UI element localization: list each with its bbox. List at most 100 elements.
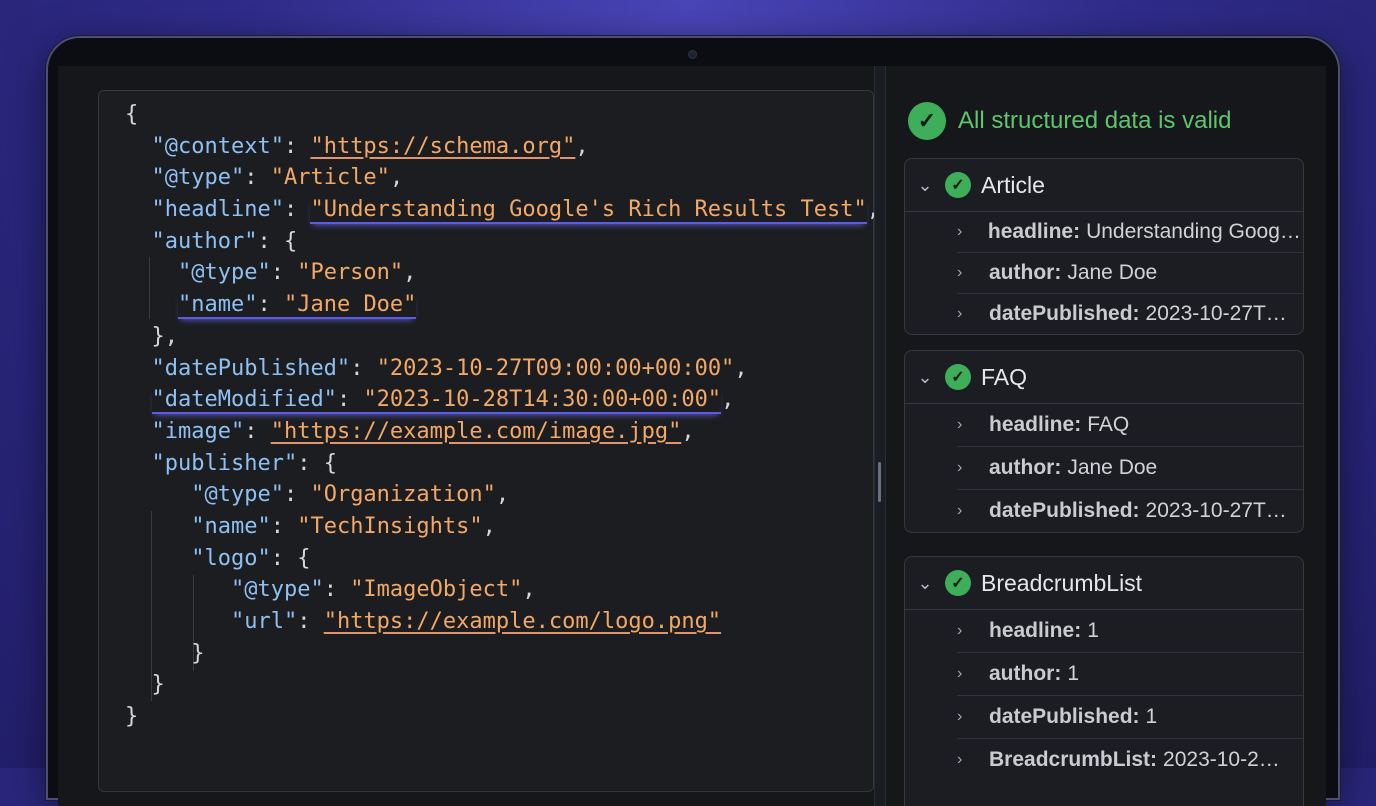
chevron-right-icon[interactable]: › — [957, 459, 989, 477]
code-token: , — [389, 165, 404, 191]
chevron-right-icon[interactable]: › — [957, 665, 989, 683]
code-line: "headline": "Understanding Google's Rich… — [125, 194, 880, 226]
property-value: 2023-10-27T… — [1145, 499, 1287, 522]
property-row[interactable]: › headline: Understanding Google's — [957, 212, 1303, 253]
code-line: { — [125, 99, 880, 131]
chevron-down-icon[interactable]: ⌄ — [915, 367, 935, 388]
code-token: , — [522, 577, 536, 603]
property-key: datePublished: — [989, 499, 1140, 522]
code-line: }, — [125, 321, 880, 353]
code-token: "TechInsights" — [297, 513, 483, 539]
property-value: 1 — [1087, 619, 1099, 642]
chevron-right-icon[interactable]: › — [957, 305, 989, 323]
code-token: "logo" — [191, 545, 271, 571]
code-line: "dateModified": "2023-10-28T14:30:00+00:… — [125, 384, 880, 416]
chevron-right-icon[interactable]: › — [957, 751, 989, 769]
property-row[interactable]: › datePublished: 2023-10-27T… — [957, 490, 1303, 532]
code-line: "name": "TechInsights", — [125, 511, 880, 543]
property-row[interactable]: › BreadcrumbList: 2023-10-2… — [957, 739, 1303, 781]
code-token: "name": "Jane Doe" — [177, 292, 417, 320]
code-token: , — [734, 355, 748, 381]
chevron-right-icon[interactable]: › — [957, 622, 989, 640]
code-token: "url" — [230, 609, 298, 634]
code-line: "logo": { — [125, 543, 880, 575]
property-key: datePublished: — [989, 705, 1140, 728]
property-value: Jane Doe — [1067, 456, 1158, 479]
code-token: : { — [297, 450, 337, 476]
card-title: Article — [981, 171, 1045, 198]
code-token: : — [270, 260, 298, 286]
property-row[interactable]: › author: Jane Doe — [957, 447, 1303, 490]
code-token: } — [125, 672, 165, 698]
screen: { "@context": "https://schema.org", "@ty… — [58, 66, 1326, 806]
card-header[interactable]: ⌄ ✓ Article — [905, 159, 1303, 212]
chevron-right-icon[interactable]: › — [957, 223, 988, 241]
property-value: 2023-10-27T… — [1145, 302, 1287, 325]
code-token: : — [283, 197, 311, 223]
resize-grip[interactable] — [878, 462, 881, 502]
property-value: 2023-10-2… — [1163, 748, 1280, 771]
code-token: : — [350, 355, 377, 381]
code-token: "@type" — [151, 165, 245, 191]
check-circle-icon: ✓ — [945, 172, 971, 198]
chevron-right-icon[interactable]: › — [957, 502, 989, 520]
property-row[interactable]: › author: Jane Doe — [957, 253, 1303, 294]
property-row[interactable]: › datePublished: 1 — [957, 696, 1303, 739]
code-token: : — [283, 482, 311, 508]
card-header[interactable]: ⌄ ✓ BreadcrumbList — [905, 557, 1303, 610]
property-row[interactable]: › author: 1 — [957, 653, 1303, 696]
code-token: "https://example.com/image.jpg" — [270, 418, 682, 444]
code-line: "@type": "Person", — [125, 257, 880, 289]
code-token: , — [495, 482, 510, 508]
chevron-right-icon[interactable]: › — [957, 416, 989, 434]
check-circle-icon: ✓ — [945, 570, 971, 596]
card-title: FAQ — [981, 363, 1028, 390]
property-key: author: — [989, 662, 1062, 685]
code-token: { — [125, 102, 139, 127]
property-row[interactable]: › datePublished: 2023-10-27T… — [957, 294, 1303, 334]
code-token: "Understanding Google's Rich Results Tes… — [310, 197, 867, 225]
code-token: , — [721, 387, 735, 413]
chevron-down-icon[interactable]: ⌄ — [915, 175, 935, 196]
code-line: "url": "https://example.com/logo.png" — [125, 606, 880, 638]
result-card-breadcrumblist: ⌄ ✓ BreadcrumbList › headline: 1 › author: 1… — [904, 556, 1304, 806]
chevron-right-icon[interactable]: › — [957, 708, 989, 726]
code-token: "@type" — [177, 260, 271, 286]
property-row[interactable]: › headline: FAQ — [957, 404, 1303, 447]
webcam — [688, 50, 697, 59]
code-token: "name" — [191, 513, 271, 539]
property-key: BreadcrumbList: — [989, 748, 1158, 771]
check-circle-icon: ✓ — [908, 102, 946, 140]
code-token: : — [283, 133, 311, 159]
validation-status: ✓ All structured data is valid — [908, 102, 1231, 140]
chevron-down-icon[interactable]: ⌄ — [915, 573, 935, 594]
property-value: 1 — [1145, 705, 1158, 728]
code-line: "@type": "Article", — [125, 162, 880, 194]
code-token: : — [244, 165, 271, 191]
result-card-article: ⌄ ✓ Article › headline: Understanding Goog… — [904, 158, 1304, 335]
code-token: "https://example.com/logo.png" — [323, 609, 722, 634]
property-key: headline: — [989, 619, 1082, 642]
status-text: All structured data is valid — [958, 107, 1232, 134]
property-row[interactable]: › headline: 1 — [957, 610, 1303, 653]
check-circle-icon: ✓ — [945, 364, 971, 390]
code-token: , — [681, 418, 695, 444]
result-card-faq: ⌄ ✓ FAQ › headline: FAQ › author: Jane Doe ›… — [904, 350, 1304, 533]
code-line: } — [125, 701, 880, 733]
chevron-right-icon[interactable]: › — [957, 264, 989, 282]
panel-resize-handle[interactable] — [874, 66, 886, 806]
code-editor[interactable]: { "@context": "https://schema.org", "@ty… — [98, 90, 880, 792]
code-token: "author" — [151, 228, 258, 254]
code-line: } — [125, 638, 880, 670]
code-token: : — [297, 609, 324, 634]
json-ld-code[interactable]: { "@context": "https://schema.org", "@ty… — [125, 99, 880, 733]
property-value: Understanding Google's — [1086, 220, 1303, 243]
card-header[interactable]: ⌄ ✓ FAQ — [905, 351, 1303, 404]
property-key: headline: — [989, 413, 1082, 436]
code-token: , — [482, 513, 496, 539]
